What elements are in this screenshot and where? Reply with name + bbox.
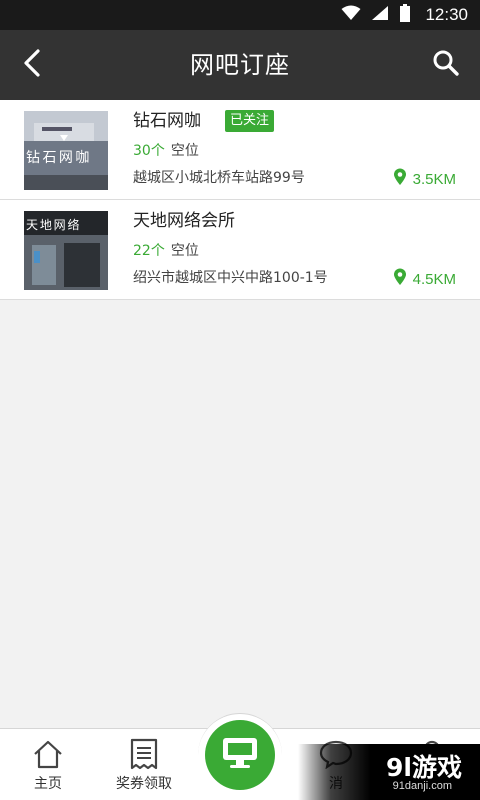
tab-coupons[interactable]: 奖券领取: [96, 729, 192, 800]
location-pin-icon: [393, 268, 407, 292]
tab-home-label: 主页: [34, 776, 62, 792]
signal-icon: [371, 5, 389, 25]
home-icon: [32, 737, 64, 771]
cafe-distance: 4.5KM: [393, 268, 456, 292]
thumbnail-sign-text: 钻 石 网 咖: [26, 150, 89, 166]
seat-count: 30个: [133, 143, 165, 159]
tab-coupons-label: 奖券领取: [116, 776, 172, 792]
page-title: 网吧订座: [190, 51, 290, 79]
seat-label: 空位: [170, 243, 199, 259]
cafe-address: 绍兴市越城区中兴中路100-1号: [133, 270, 328, 286]
seat-count: 22个: [133, 243, 165, 259]
tab-home[interactable]: 主页: [0, 729, 96, 800]
battery-icon: [399, 4, 411, 26]
back-button[interactable]: [14, 47, 50, 83]
followed-badge: 已关注: [225, 110, 275, 132]
status-icons: 12:30: [341, 0, 468, 30]
cafe-thumbnail: 天 地 网 络: [24, 211, 108, 290]
seat-availability: 30个 空位: [133, 141, 199, 161]
cafe-list: 钻 石 网 咖 钻石网咖 已关注 30个 空位 越城区小城北桥车站路99号 3.5…: [0, 100, 480, 300]
list-item[interactable]: 钻 石 网 咖 钻石网咖 已关注 30个 空位 越城区小城北桥车站路99号 3.5…: [0, 100, 480, 200]
thumbnail-sign-text: 天 地 网 络: [26, 218, 79, 232]
seat-availability: 22个 空位: [133, 241, 199, 261]
distance-value: 3.5KM: [412, 171, 456, 188]
status-time: 12:30: [425, 5, 468, 24]
tab-cafe-booking[interactable]: [205, 720, 275, 790]
search-icon: [432, 49, 460, 81]
cafe-distance: 3.5KM: [393, 168, 456, 192]
cafe-name: 天地网络会所: [133, 211, 235, 231]
watermark-url: 91danji.com: [392, 780, 452, 792]
seat-label: 空位: [170, 143, 199, 159]
back-arrow-icon: [22, 49, 42, 81]
list-item[interactable]: 天 地 网 络 天地网络会所 22个 空位 绍兴市越城区中兴中路100-1号 4.…: [0, 200, 480, 300]
cafe-name: 钻石网咖: [133, 111, 201, 131]
distance-value: 4.5KM: [412, 271, 456, 288]
nav-bar: 网吧订座: [0, 30, 480, 100]
receipt-icon: [129, 737, 159, 771]
cafe-address: 越城区小城北桥车站路99号: [133, 170, 305, 186]
watermark: 9l游戏 91danji.com: [298, 744, 480, 800]
wifi-icon: [341, 5, 361, 25]
status-bar: 12:30: [0, 0, 480, 30]
location-pin-icon: [393, 168, 407, 192]
cafe-thumbnail: 钻 石 网 咖: [24, 111, 108, 190]
search-button[interactable]: [430, 49, 462, 81]
watermark-logo: 9l游戏: [386, 753, 462, 782]
computer-monitor-icon: [221, 736, 259, 774]
